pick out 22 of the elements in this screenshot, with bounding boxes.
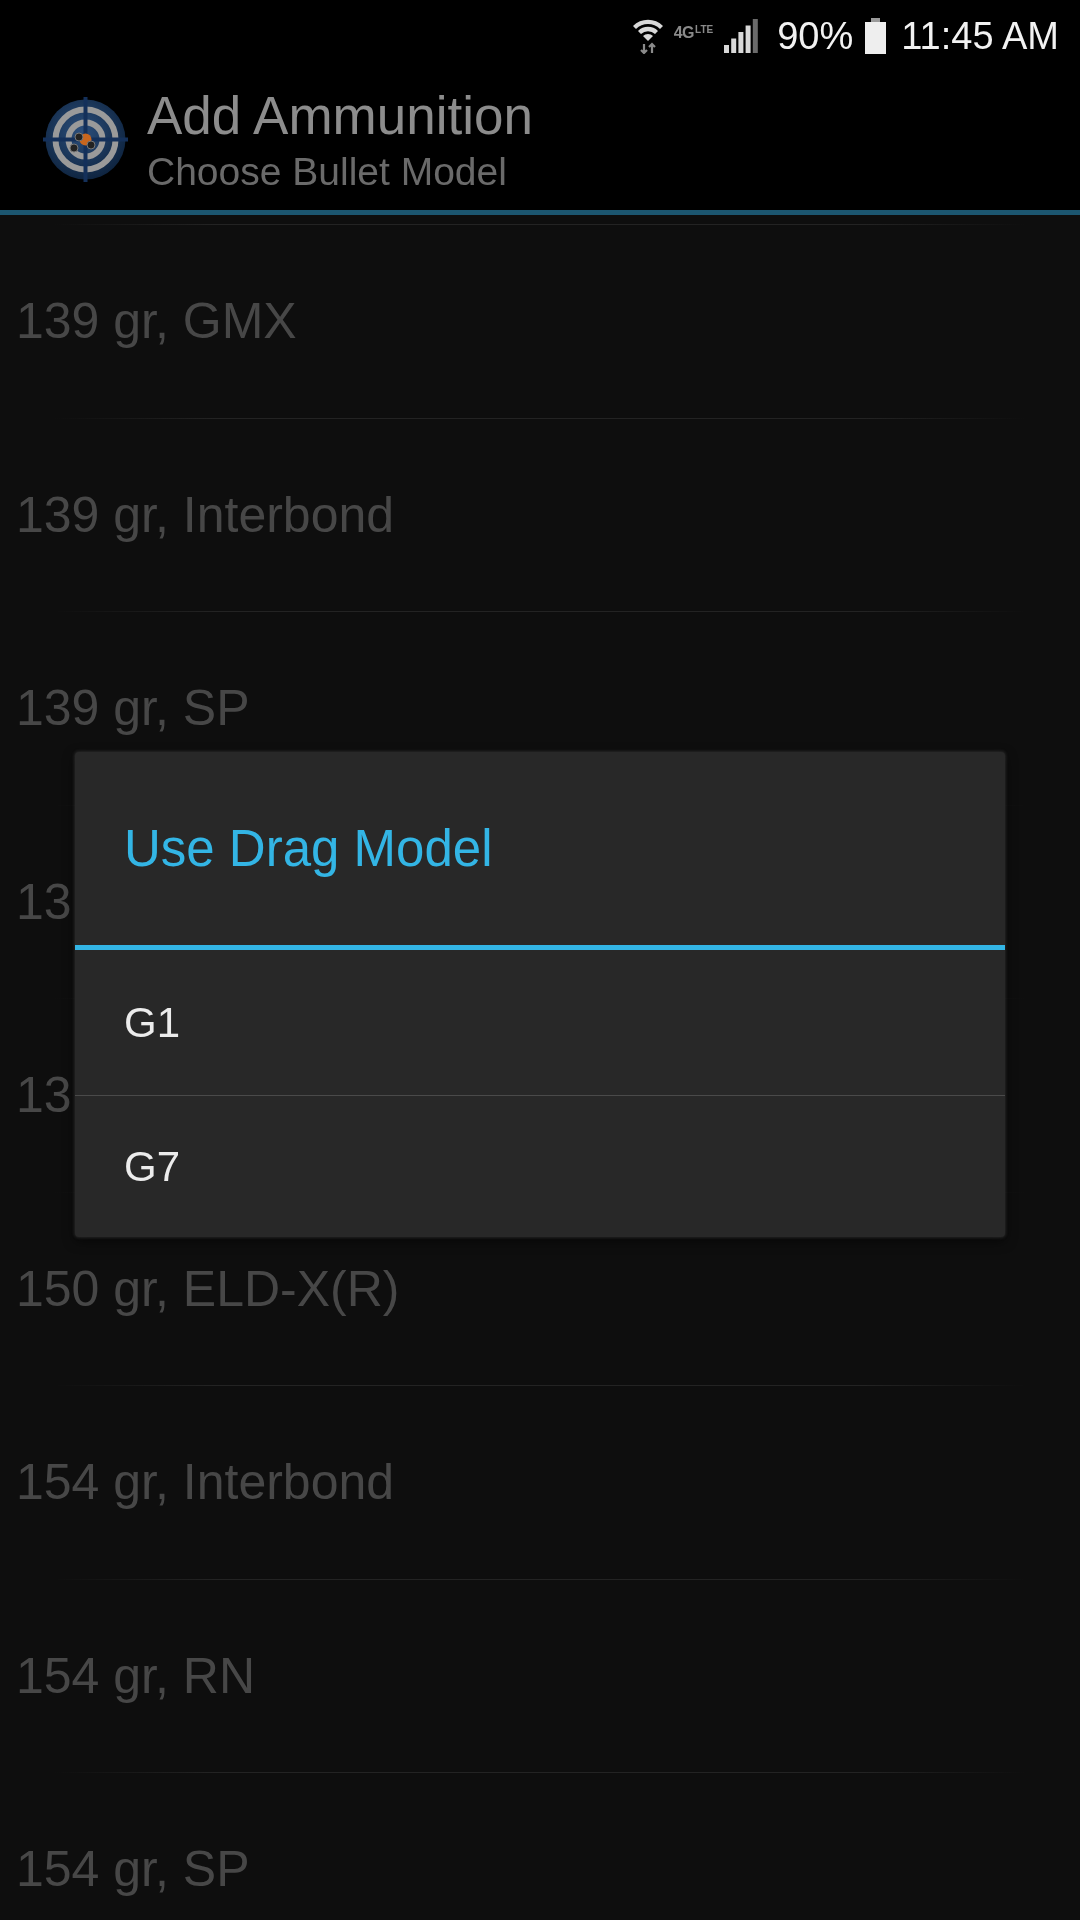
bullet-model-item[interactable]: 139 gr, Interbond [16, 486, 395, 543]
bullet-model-item[interactable]: 139 gr, GMX [16, 293, 297, 349]
clock-time: 11:45 AM [901, 16, 1059, 55]
battery-percent: 90% [777, 16, 854, 55]
lte-text: LTE [695, 24, 714, 35]
signal-icon [724, 18, 761, 53]
drag-model-option[interactable]: G7 [75, 1095, 1005, 1237]
bullet-model-item[interactable]: 154 gr, Interbond [16, 1454, 395, 1510]
bullet-model-item[interactable]: 139 gr, SP [16, 680, 250, 736]
drag-model-option[interactable]: G1 [75, 950, 1005, 1095]
screen-subtitle: Choose Bullet Model [147, 149, 508, 194]
target-icon [43, 97, 128, 182]
wifi-icon [631, 17, 664, 54]
screen-title: Add Ammunition [147, 85, 533, 146]
battery-icon [865, 17, 887, 54]
bullet-model-item[interactable]: 154 gr, SP [16, 1841, 250, 1897]
bullet-model-item[interactable]: 150 gr, ELD-X(R) [16, 1260, 400, 1317]
bullet-model-item[interactable]: 13 [16, 1067, 72, 1123]
bullet-model-item[interactable]: 13 [16, 873, 72, 930]
bullet-model-item[interactable]: 154 gr, RN [16, 1647, 255, 1704]
network-type-text: 4G [673, 24, 695, 41]
dialog-title: Use Drag Model [75, 752, 1005, 950]
